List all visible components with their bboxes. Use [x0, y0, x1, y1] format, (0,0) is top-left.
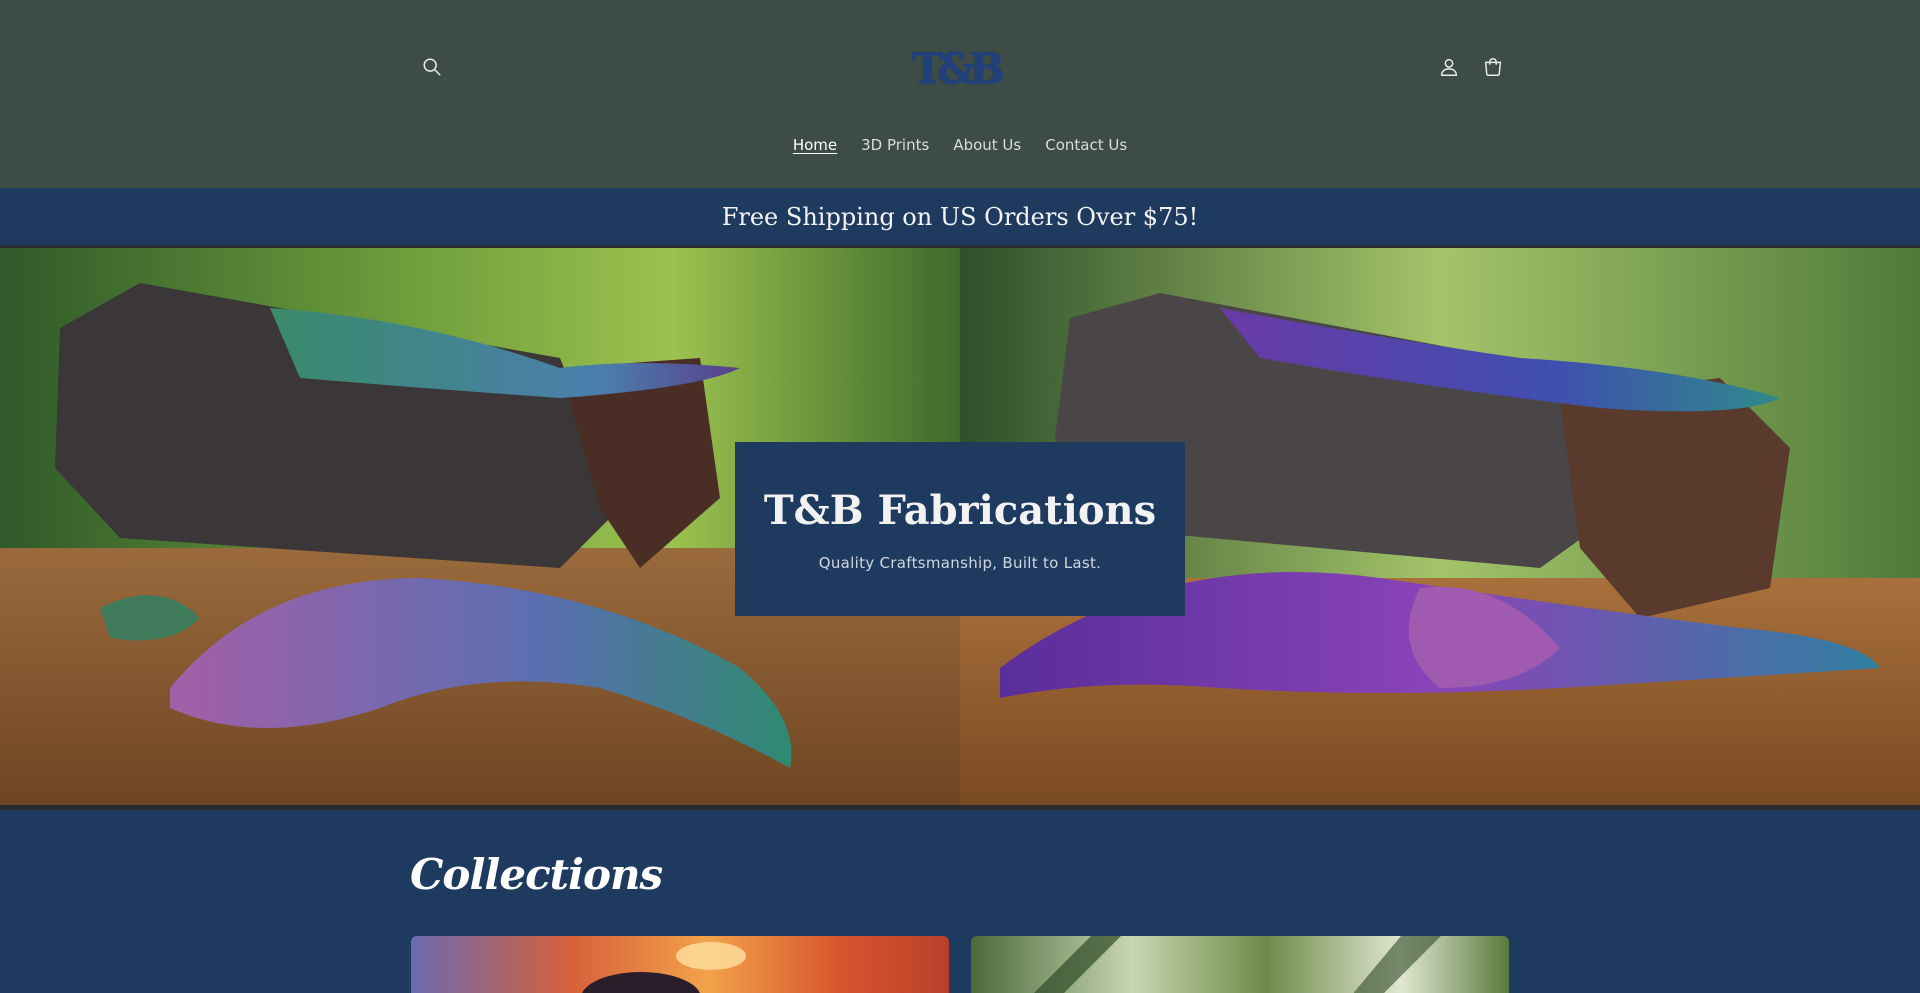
nav-item-contact-us[interactable]: Contact Us	[1033, 132, 1139, 162]
announcement-text: Free Shipping on US Orders Over $75!	[721, 202, 1199, 231]
nav-item-about-us[interactable]: About Us	[941, 132, 1033, 162]
collections-heading: Collections	[410, 850, 663, 899]
hero-subtitle: Quality Craftsmanship, Built to Last.	[818, 553, 1102, 572]
hero-title: T&B Fabrications	[763, 486, 1157, 534]
collection-card-image	[971, 936, 1509, 993]
site-header: T&B Home 3D Prints About Us Contact Us	[0, 0, 1920, 188]
cart-button[interactable]	[1471, 45, 1515, 89]
nav-item-3d-prints[interactable]: 3D Prints	[849, 132, 941, 162]
header-bar: T&B	[410, 0, 1510, 120]
hero-banner: T&B Fabrications Quality Craftsmanship, …	[0, 248, 1920, 810]
account-button[interactable]	[1427, 45, 1471, 89]
cart-icon	[1484, 58, 1502, 76]
account-icon	[1440, 58, 1458, 76]
nav-item-home[interactable]: Home	[781, 132, 849, 162]
collection-card[interactable]	[411, 936, 949, 993]
collection-card-image	[411, 936, 949, 993]
main-nav: Home 3D Prints About Us Contact Us	[0, 132, 1920, 162]
collection-card[interactable]	[971, 936, 1509, 993]
hero-text-box: T&B Fabrications Quality Craftsmanship, …	[735, 442, 1185, 616]
search-button[interactable]	[410, 45, 454, 89]
announcement-bar: Free Shipping on US Orders Over $75!	[0, 188, 1920, 248]
search-icon	[423, 58, 441, 76]
collections-section: Collections	[0, 815, 1920, 993]
site-logo[interactable]: T&B	[880, 42, 1030, 94]
